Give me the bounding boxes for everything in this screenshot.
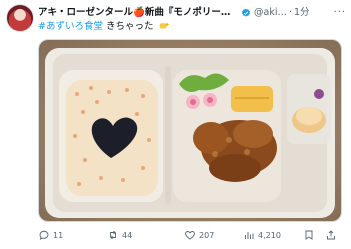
sparkling-hand-emoji-icon [159,22,170,29]
heart-icon [185,231,195,240]
tweet-header: アキ・ローゼンタール🍎新曲『モノポリー』リリ… @aki… · 1分 ··· [38,6,346,20]
retweet-button[interactable]: 44 [107,229,179,241]
bento-photo-illustration [39,40,341,221]
view-count: 4,210 [258,230,281,240]
share-button[interactable] [325,229,337,241]
bookmark-icon [305,230,313,240]
retweet-count: 44 [122,230,133,240]
avatar[interactable] [6,4,34,32]
like-button[interactable]: 207 [184,229,240,241]
tweet-actions: 11 44 207 4,210 [38,227,346,243]
retweet-icon [110,230,116,240]
separator-dot: · [288,7,292,18]
share-icon [327,230,335,240]
tweet-text: #あずいろ食堂 きちゃった [38,20,171,34]
timestamp[interactable]: 1分 [294,6,310,20]
tweet-photo[interactable] [38,39,342,222]
user-handle[interactable]: @aki… [254,6,287,20]
display-name[interactable]: アキ・ローゼンタール🍎新曲『モノポリー』リリ… [38,6,238,20]
like-count: 207 [199,230,215,240]
reply-icon [39,230,49,240]
hashtag-link[interactable]: #あずいろ食堂 [38,21,103,32]
bookmark-button[interactable] [303,229,315,241]
views-chart-icon [245,232,254,239]
reply-button[interactable]: 11 [38,229,90,241]
verified-badge-icon [242,8,250,17]
views-button[interactable]: 4,210 [243,229,293,241]
more-options-icon[interactable]: ··· [333,6,346,20]
tweet-body: きちゃった [106,21,154,32]
reply-count: 11 [53,230,64,240]
